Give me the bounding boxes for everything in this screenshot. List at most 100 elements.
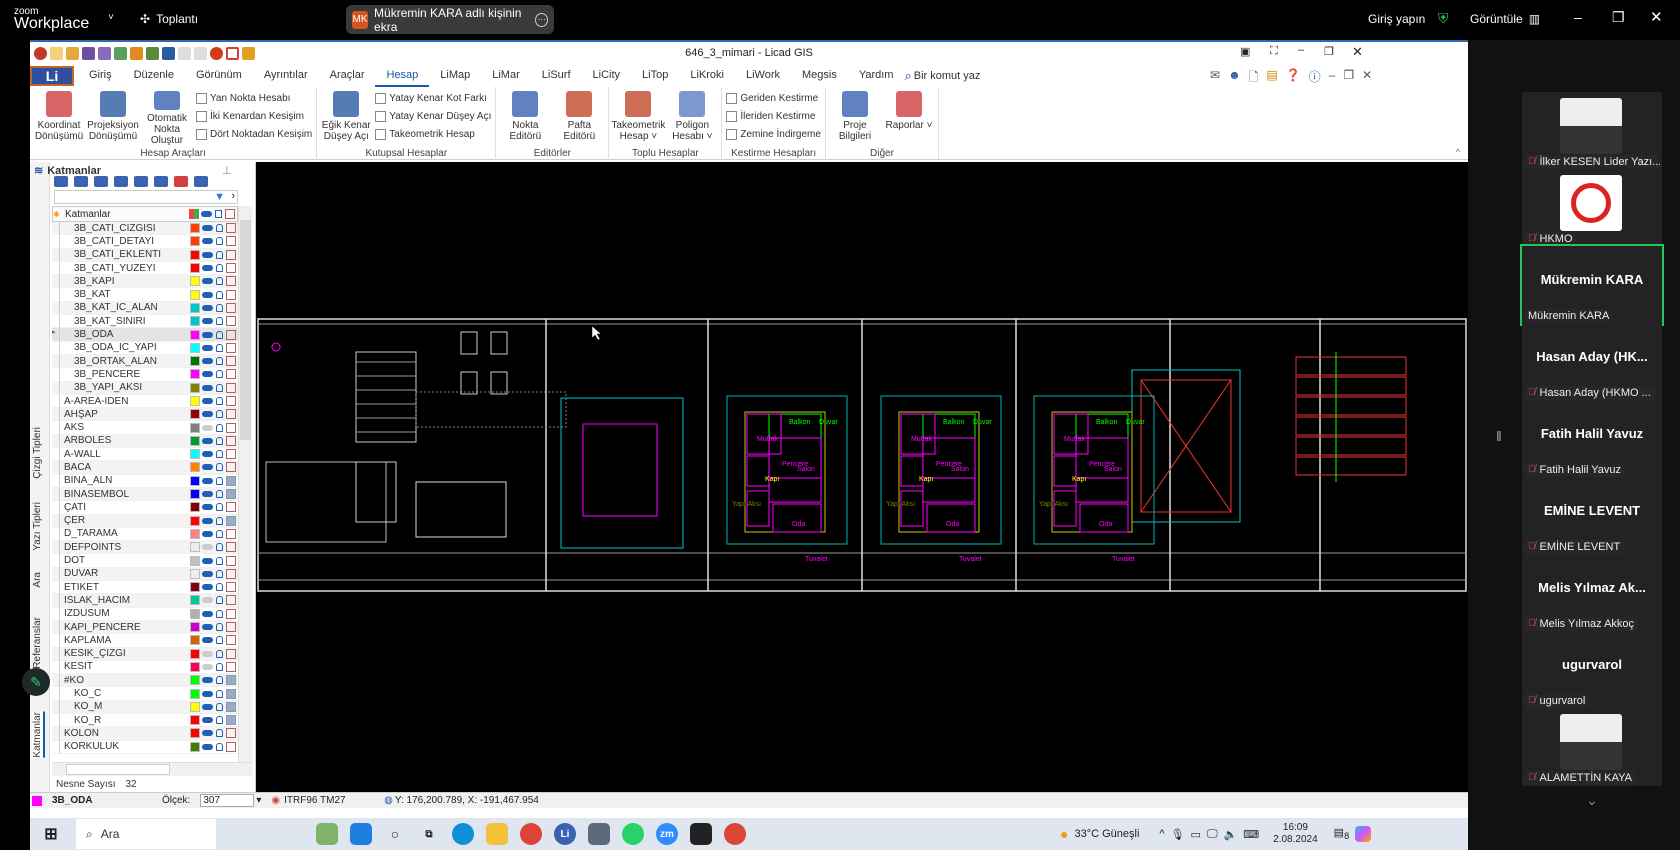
lock-icon[interactable] (216, 343, 223, 352)
crs-label[interactable]: ITRF96 TM27 (284, 795, 374, 806)
fill-toggle-icon[interactable] (226, 648, 236, 659)
lock-icon[interactable] (216, 543, 223, 552)
battery-icon[interactable]: ▭ (1191, 828, 1201, 841)
export-icon[interactable] (114, 46, 127, 60)
clock[interactable]: 16:09 2.08.2024 (1273, 822, 1318, 846)
row-selector[interactable] (52, 700, 60, 714)
fill-toggle-icon[interactable] (226, 489, 236, 500)
visibility-toggle-icon[interactable] (202, 371, 213, 378)
redo-icon[interactable] (194, 46, 207, 60)
ribbon-button[interactable]: Otomatik Nokta Oluştur (142, 89, 192, 146)
row-selector[interactable] (52, 673, 60, 687)
visibility-toggle-icon[interactable] (202, 530, 213, 537)
ribbon-button[interactable]: Takeometrik Hesap ˅ (611, 89, 665, 146)
layer-color-swatch[interactable] (190, 369, 200, 380)
cortana-icon[interactable]: ○ (384, 823, 406, 845)
visibility-toggle-icon[interactable] (202, 464, 213, 471)
undo-icon[interactable] (178, 46, 191, 60)
visibility-toggle-icon[interactable] (202, 677, 213, 684)
row-selector[interactable] (52, 261, 60, 275)
command-search[interactable]: ⌕ Bir komut yaz (904, 68, 980, 84)
view-button[interactable]: Görüntüle ▥ (1470, 12, 1540, 26)
participant-tile[interactable]: EMİNE LEVENT 🎙̸ EMİNE LEVENT (1522, 477, 1662, 555)
layer-row[interactable]: KO_M (52, 700, 238, 714)
tab-megsis[interactable]: Megsis (791, 64, 848, 87)
layer-color-swatch[interactable] (190, 316, 200, 327)
layer-row[interactable]: 3B_KAT (52, 288, 238, 302)
minimize-icon[interactable]: – (1574, 9, 1582, 25)
lock-icon[interactable] (216, 609, 223, 618)
tab-search[interactable]: Ara (32, 572, 43, 588)
visibility-toggle-icon[interactable] (202, 331, 213, 338)
chevron-down-icon[interactable]: ▾ (256, 795, 261, 806)
participant-tile[interactable]: 🎙̸ İlker KESEN Lider Yazı... (1522, 92, 1662, 170)
layer-row[interactable]: KO_R (52, 713, 238, 728)
layer-color-swatch[interactable] (190, 661, 200, 672)
visibility-toggle-icon[interactable] (202, 504, 213, 511)
notification-icon[interactable]: ▤8 (1334, 826, 1350, 841)
new-icon[interactable] (50, 46, 63, 60)
layer-color-swatch[interactable] (190, 489, 200, 500)
copilot-icon[interactable] (1355, 826, 1372, 842)
ribbon-small-button[interactable]: Yan Nokta Hesabı (196, 91, 312, 106)
visibility-toggle-icon[interactable] (202, 557, 213, 564)
chevron-up-icon[interactable]: ^ (1159, 828, 1164, 840)
lock-icon[interactable] (216, 476, 223, 485)
layer-options-icon[interactable] (154, 176, 168, 187)
fill-toggle-icon[interactable] (226, 715, 236, 726)
more-icon[interactable]: ··· (535, 12, 548, 27)
layer-color-swatch[interactable] (190, 263, 200, 274)
visibility-toggle-icon[interactable] (202, 717, 213, 724)
calculator-icon[interactable] (588, 823, 610, 845)
visibility-toggle-icon[interactable] (202, 584, 213, 591)
layer-list-vertical-scrollbar[interactable] (238, 206, 252, 762)
layer-row[interactable]: 3B_ORTAK_ALAN (52, 354, 238, 369)
fill-toggle-icon[interactable] (226, 515, 236, 526)
fill-toggle-icon[interactable] (226, 369, 236, 380)
save-icon[interactable] (82, 46, 95, 60)
tab-araçlar[interactable]: Araçlar (319, 64, 376, 87)
visibility-toggle-icon[interactable] (202, 650, 213, 657)
delete-layer-icon[interactable] (74, 176, 88, 187)
row-selector[interactable] (52, 434, 60, 448)
lock-icon[interactable] (216, 383, 223, 392)
fill-toggle-icon[interactable] (226, 289, 236, 300)
row-selector[interactable] (52, 248, 60, 262)
scrollbar-thumb[interactable] (240, 220, 251, 440)
layer-color-swatch[interactable] (190, 249, 200, 260)
row-selector[interactable] (52, 234, 60, 248)
lock-icon[interactable] (216, 410, 223, 419)
fill-toggle-icon[interactable] (226, 409, 236, 420)
participant-tile[interactable]: 🎙̸ ALAMETTİN KAYA (1522, 708, 1662, 786)
visibility-toggle-icon[interactable] (202, 384, 213, 391)
lock-icon[interactable] (216, 224, 223, 233)
row-selector[interactable] (52, 620, 60, 634)
layer-row[interactable]: KAPLAMA (52, 633, 238, 648)
whatsapp-icon[interactable] (622, 823, 644, 845)
row-selector[interactable] (52, 222, 60, 235)
row-selector[interactable] (52, 381, 60, 395)
minimize-icon[interactable]: – (1298, 44, 1304, 56)
weather-text[interactable]: 33°C Güneşli (1074, 828, 1139, 840)
visibility-toggle-icon[interactable] (202, 610, 213, 617)
row-selector[interactable] (52, 500, 60, 514)
layer-color-swatch[interactable] (190, 462, 200, 473)
close-icon[interactable]: ✕ (1362, 68, 1372, 89)
fill-toggle-icon[interactable] (226, 555, 236, 566)
visibility-toggle-icon[interactable] (202, 424, 213, 431)
mail-icon[interactable]: ✉ (1210, 68, 1220, 89)
layer-color-swatch[interactable] (190, 715, 200, 726)
cad-drawing[interactable]: MutfakBalkon DuvarSalonPencereKapıYapı Ak… (256, 162, 1468, 792)
layer-row[interactable]: 3B_KAT_SINIRI (52, 314, 238, 329)
ribbon-small-button[interactable]: İki Kenardan Kesişim (196, 109, 312, 124)
notes-icon[interactable]: ▤ (1266, 68, 1277, 89)
lock-icon[interactable] (216, 330, 223, 339)
layer-filter-input[interactable]: ▼ › (54, 190, 238, 204)
layer-row[interactable]: 3B_ODA_IC_YAPI (52, 341, 238, 355)
zoom-layer-icon[interactable] (174, 176, 188, 187)
lock-icon[interactable] (216, 436, 223, 445)
lock-icon[interactable] (216, 277, 223, 286)
visibility-toggle-icon[interactable] (202, 703, 213, 710)
widgets-icon[interactable] (316, 823, 338, 845)
ribbon-small-button[interactable]: Takeometrik Hesap (375, 127, 491, 142)
